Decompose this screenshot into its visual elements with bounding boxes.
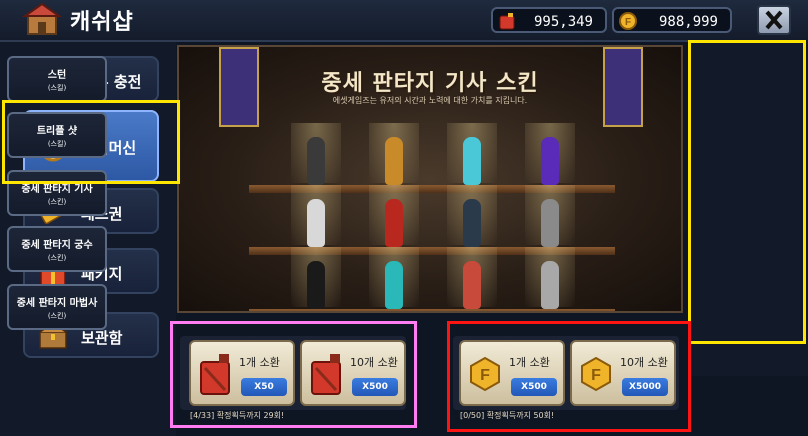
- highlight-box-yellow: [2, 100, 180, 184]
- right-menu-mage-skin[interactable]: 중세 판타지 마법사 (스킨): [7, 284, 107, 330]
- knight-skin: [541, 199, 559, 247]
- shelf: [249, 309, 615, 311]
- knight-skin: [307, 261, 325, 309]
- right-menu-sublabel: (스킨): [47, 198, 67, 206]
- knight-skin: [307, 199, 325, 247]
- page-title: 캐쉬샵: [70, 10, 134, 35]
- highlight-box-red: [447, 321, 691, 432]
- oil-can-icon: [499, 13, 515, 30]
- gold-amount: 988,999: [658, 14, 718, 30]
- knight-skin: [463, 137, 481, 185]
- knight-skin: [385, 137, 403, 185]
- gold-coin-icon: F: [619, 12, 637, 30]
- knight-skin: [385, 261, 403, 309]
- knight-skin: [541, 137, 559, 185]
- right-menu-label: 스턴: [47, 70, 67, 81]
- right-menu-archer-skin[interactable]: 중세 판타지 궁수 (스킨): [7, 226, 107, 272]
- highlight-box-yellow: [688, 40, 806, 344]
- banner-title: 중세 판타지 기사 스킨: [321, 71, 539, 96]
- right-menu-sublabel: (스킨): [47, 254, 67, 262]
- close-button[interactable]: [757, 5, 791, 35]
- oil-amount: 995,349: [533, 14, 593, 30]
- close-icon: [765, 10, 783, 30]
- knight-skin: [463, 199, 481, 247]
- right-menu-label: 중세 판타지 마법사: [16, 298, 98, 309]
- gold-currency: F 988,999: [612, 7, 732, 33]
- svg-text:F: F: [625, 17, 631, 28]
- top-bar: 캐쉬샵 995,349 F 988,999: [0, 0, 808, 42]
- oil-currency: 995,349: [491, 7, 607, 33]
- knight-skin: [385, 199, 403, 247]
- right-menu-stun-skill[interactable]: 스턴 (스킬): [7, 56, 107, 102]
- knight-skin: [307, 137, 325, 185]
- banner-subtitle: 에셋게임즈는 유저의 시간과 노력에 대한 가치를 지킵니다.: [332, 96, 528, 105]
- shop-icon: [22, 2, 62, 35]
- right-menu-sublabel: (스킬): [47, 84, 67, 92]
- right-menu-label: 중세 판타지 궁수: [21, 240, 93, 251]
- sidebar-item-label: 보관함: [81, 329, 123, 347]
- knight-skin: [463, 261, 481, 309]
- highlight-box-pink: [170, 321, 417, 428]
- skin-banner: 중세 판타지 기사 스킨 에셋게임즈는 유저의 시간과 노력에 대한 가치를 지…: [177, 45, 683, 313]
- knight-skin: [541, 261, 559, 309]
- right-menu-sublabel: (스킨): [47, 312, 67, 320]
